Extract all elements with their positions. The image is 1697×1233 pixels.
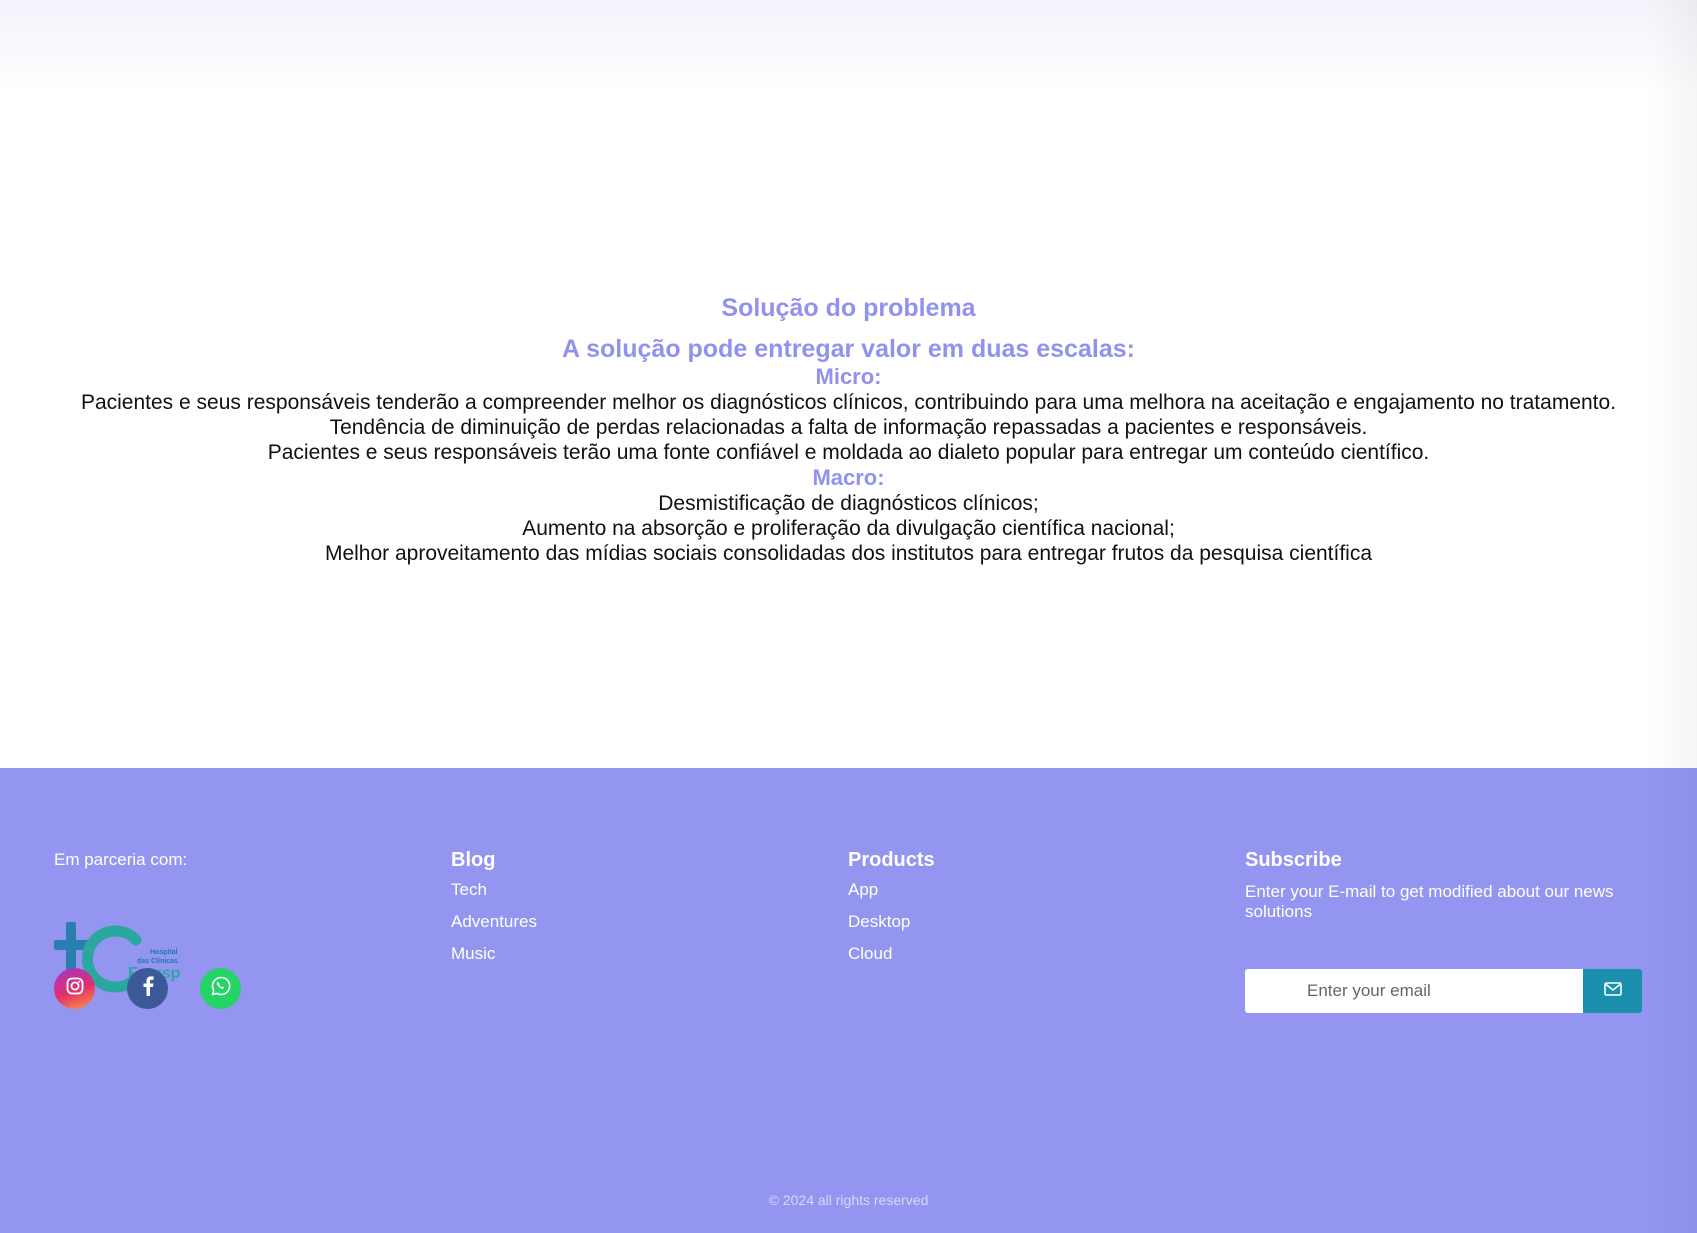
products-link-app[interactable]: App <box>848 880 935 900</box>
facebook-icon <box>142 976 154 1001</box>
logo-text-clinicas: das Clínicas <box>137 958 178 965</box>
macro-line: Desmistificação de diagnósticos clínicos… <box>658 492 1039 515</box>
blog-link-music[interactable]: Music <box>451 944 537 964</box>
micro-line: Pacientes e seus responsáveis terão uma … <box>267 441 1430 464</box>
micro-line: Tendência de diminuição de perdas relaci… <box>329 416 1368 439</box>
micro-line: Pacientes e seus responsáveis tenderão a… <box>80 391 1617 414</box>
blog-link-adventures[interactable]: Adventures <box>451 912 537 932</box>
macro-line: Melhor aproveitamento das mídias sociais… <box>324 542 1373 565</box>
logo-text-hospital: Hospital <box>150 949 178 956</box>
facebook-button[interactable] <box>127 968 168 1009</box>
partner-column: Em parceria com: Hospital das Clínicas F… <box>54 848 188 993</box>
whatsapp-button[interactable] <box>200 968 241 1009</box>
partner-label: Em parceria com: <box>54 850 188 869</box>
subscribe-text: Enter your E-mail to get modified about … <box>1245 882 1614 921</box>
products-title: Products <box>848 849 935 871</box>
top-gradient <box>0 0 1697 90</box>
instagram-button[interactable] <box>54 968 95 1009</box>
whatsapp-icon <box>210 976 231 1001</box>
blog-title: Blog <box>451 849 496 871</box>
products-column: Products App Desktop Cloud <box>848 848 935 976</box>
section-subtitle: A solução pode entregar valor em duas es… <box>562 335 1135 363</box>
micro-heading: Micro: <box>815 364 882 389</box>
subscribe-title: Subscribe <box>1245 849 1342 871</box>
macro-line: Aumento na absorção e proliferação da di… <box>522 517 1175 540</box>
email-input[interactable] <box>1245 969 1583 1013</box>
macro-heading: Macro: <box>812 465 885 490</box>
blog-link-tech[interactable]: Tech <box>451 880 537 900</box>
products-link-cloud[interactable]: Cloud <box>848 944 935 964</box>
instagram-icon <box>66 977 84 1000</box>
section-title: Solução do problema <box>721 294 976 322</box>
footer: Em parceria com: Hospital das Clínicas F… <box>0 768 1697 1233</box>
solution-section: Solução do problema A solução pode entre… <box>0 288 1697 566</box>
subscribe-button[interactable] <box>1583 969 1642 1013</box>
subscribe-column: Subscribe Enter your E-mail to get modif… <box>1245 848 1642 1013</box>
copyright: © 2024 all rights reserved <box>768 1192 929 1208</box>
subscribe-form <box>1245 969 1642 1013</box>
mail-icon <box>1603 981 1622 1001</box>
blog-column: Blog Tech Adventures Music <box>451 848 537 976</box>
products-link-desktop[interactable]: Desktop <box>848 912 935 932</box>
